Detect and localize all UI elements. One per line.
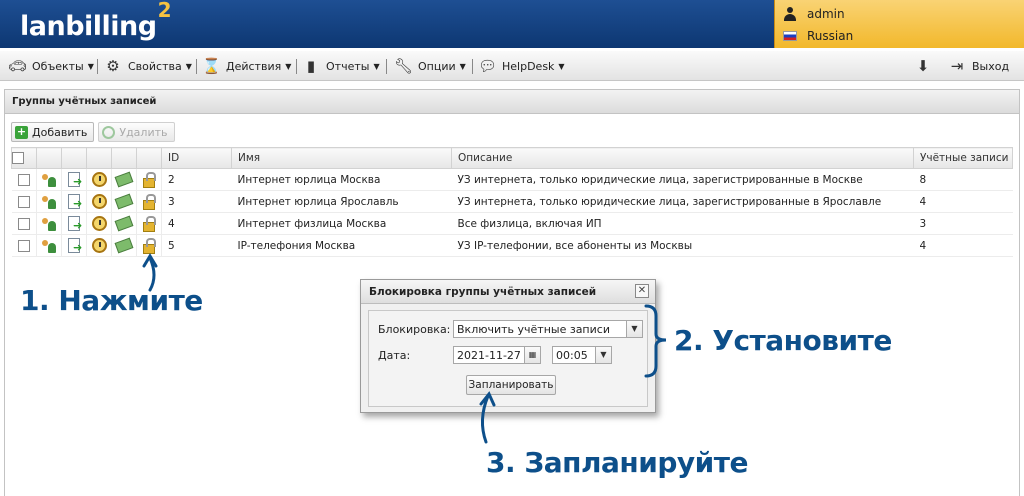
- user-box: admin Russian: [774, 0, 1024, 48]
- recycle-icon: [102, 125, 116, 139]
- export-doc-icon[interactable]: [68, 238, 82, 254]
- chevron-down-icon[interactable]: ▼: [626, 321, 642, 337]
- menu-objects[interactable]: 🚗︎ Объекты ▼: [8, 51, 94, 81]
- row-checkbox[interactable]: [17, 217, 30, 230]
- car-icon: 🚗︎: [8, 57, 28, 75]
- cell-accounts: 4: [913, 234, 1013, 257]
- lock-icon[interactable]: [143, 215, 156, 232]
- menu-properties[interactable]: ⚙ Свойства ▼: [104, 51, 192, 81]
- menu-options[interactable]: 🔧︎ Опции ▼: [394, 51, 466, 81]
- users-icon[interactable]: [41, 238, 57, 254]
- panel-title: Группы учётных записей: [5, 90, 1019, 114]
- table-row[interactable]: 2Интернет юрлица МоскваУЗ интернета, тол…: [11, 168, 1013, 191]
- users-icon[interactable]: [41, 216, 57, 232]
- export-doc-icon[interactable]: [68, 172, 82, 188]
- alarm-clock-icon[interactable]: [91, 172, 107, 187]
- table-header-row: ID Имя Описание Учётные записи: [11, 147, 1013, 169]
- cell-description: УЗ интернета, только юридические лица, з…: [451, 190, 914, 213]
- alarm-clock-icon[interactable]: [91, 238, 107, 253]
- logout-icon: ⇥: [950, 57, 964, 75]
- lock-icon[interactable]: [143, 237, 156, 254]
- cell-id: 3: [161, 190, 232, 213]
- lock-select[interactable]: Включить учётные записи ▼: [453, 320, 643, 338]
- cell-id: 2: [161, 168, 232, 191]
- menu-actions[interactable]: ⌛ Действия ▼: [202, 51, 291, 81]
- annotation-step1: 1. Нажмите: [20, 284, 203, 317]
- annotation-step2: 2. Установите: [674, 324, 892, 357]
- cell-description: УЗ интернета, только юридические лица, з…: [451, 168, 914, 191]
- chevron-down-icon[interactable]: ▼: [595, 347, 611, 363]
- cell-name: Интернет физлица Москва: [231, 212, 452, 235]
- cell-name: IP-телефония Москва: [231, 234, 452, 257]
- annotation-step3: 3. Запланируйте: [486, 446, 749, 479]
- app-logo[interactable]: lanbilling2: [20, 0, 172, 42]
- groups-table: ID Имя Описание Учётные записи 2Интернет…: [11, 147, 1013, 257]
- panel-toolbar: + Добавить Удалить: [11, 122, 175, 144]
- bar-chart-icon: ▮: [306, 57, 316, 75]
- cell-description: Все физлица, включая ИП: [451, 212, 914, 235]
- menu-bar: 🚗︎ Объекты ▼ ⚙ Свойства ▼ ⌛ Действия ▼ ▮ От…: [0, 51, 1024, 81]
- schedule-button[interactable]: Запланировать: [466, 375, 556, 395]
- money-icon[interactable]: [114, 171, 134, 188]
- russian-flag-icon: [783, 31, 797, 41]
- column-accounts[interactable]: Учётные записи: [913, 147, 1013, 169]
- date-field[interactable]: 2021-11-27 ▦: [453, 346, 541, 364]
- plus-icon: +: [15, 124, 28, 139]
- cell-accounts: 3: [913, 212, 1013, 235]
- users-icon[interactable]: [41, 194, 57, 210]
- lock-icon[interactable]: [143, 193, 156, 210]
- cell-description: УЗ IP-телефонии, все абоненты из Москвы: [451, 234, 914, 257]
- user-menu[interactable]: admin: [783, 6, 845, 22]
- time-select[interactable]: 00:05 ▼: [552, 346, 612, 364]
- wrench-icon: 🔧︎: [394, 57, 414, 75]
- export-doc-icon[interactable]: [68, 216, 82, 232]
- add-button[interactable]: + Добавить: [11, 122, 95, 142]
- user-icon: [783, 7, 797, 21]
- cell-name: Интернет юрлица Ярославль: [231, 190, 452, 213]
- lock-icon[interactable]: [143, 171, 156, 188]
- username: admin: [807, 7, 845, 21]
- row-checkbox[interactable]: [17, 173, 30, 186]
- lock-group-dialog: Блокировка группы учётных записей ✕ Блок…: [360, 279, 656, 413]
- cell-name: Интернет юрлица Москва: [231, 168, 452, 191]
- table-row[interactable]: 3Интернет юрлица ЯрославльУЗ интернета, …: [11, 190, 1013, 213]
- delete-button[interactable]: Удалить: [98, 122, 175, 142]
- cell-accounts: 4: [913, 190, 1013, 213]
- money-icon[interactable]: [114, 193, 134, 210]
- hourglass-icon: ⌛: [202, 57, 221, 75]
- language-label: Russian: [807, 29, 854, 43]
- cell-accounts: 8: [913, 168, 1013, 191]
- select-all-header: [11, 147, 37, 169]
- calendar-icon[interactable]: ▦: [524, 347, 540, 363]
- dialog-body: Блокировка: Включить учётные записи ▼ Да…: [368, 310, 648, 407]
- alarm-clock-icon[interactable]: [91, 194, 107, 209]
- download-icon: ⬇: [916, 57, 930, 75]
- gear-icon: ⚙: [106, 57, 120, 75]
- users-icon[interactable]: [41, 172, 57, 188]
- column-id[interactable]: ID: [161, 147, 232, 169]
- chat-icon: 💬︎: [478, 57, 498, 75]
- select-all-checkbox[interactable]: [12, 152, 24, 164]
- cell-id: 5: [161, 234, 232, 257]
- table-row[interactable]: 5IP-телефония МоскваУЗ IP-телефонии, все…: [11, 234, 1013, 257]
- close-icon[interactable]: ✕: [635, 284, 649, 298]
- date-label: Дата:: [378, 349, 411, 362]
- cell-id: 4: [161, 212, 232, 235]
- download-button[interactable]: ⬇: [914, 51, 932, 81]
- export-doc-icon[interactable]: [68, 194, 82, 210]
- exit-button[interactable]: ⇥ Выход: [948, 51, 1009, 81]
- language-selector[interactable]: Russian: [783, 28, 853, 44]
- column-description[interactable]: Описание: [451, 147, 914, 169]
- alarm-clock-icon[interactable]: [91, 216, 107, 231]
- row-checkbox[interactable]: [17, 195, 30, 208]
- column-name[interactable]: Имя: [231, 147, 452, 169]
- table-row[interactable]: 4Интернет физлица МоскваВсе физлица, вкл…: [11, 212, 1013, 235]
- lock-label: Блокировка:: [378, 323, 451, 336]
- row-checkbox[interactable]: [17, 239, 30, 252]
- menu-reports[interactable]: ▮ Отчеты ▼: [302, 51, 380, 81]
- dialog-title: Блокировка группы учётных записей: [361, 280, 655, 304]
- menu-helpdesk[interactable]: 💬︎ HelpDesk ▼: [478, 51, 565, 81]
- money-icon[interactable]: [114, 237, 134, 254]
- money-icon[interactable]: [114, 215, 134, 232]
